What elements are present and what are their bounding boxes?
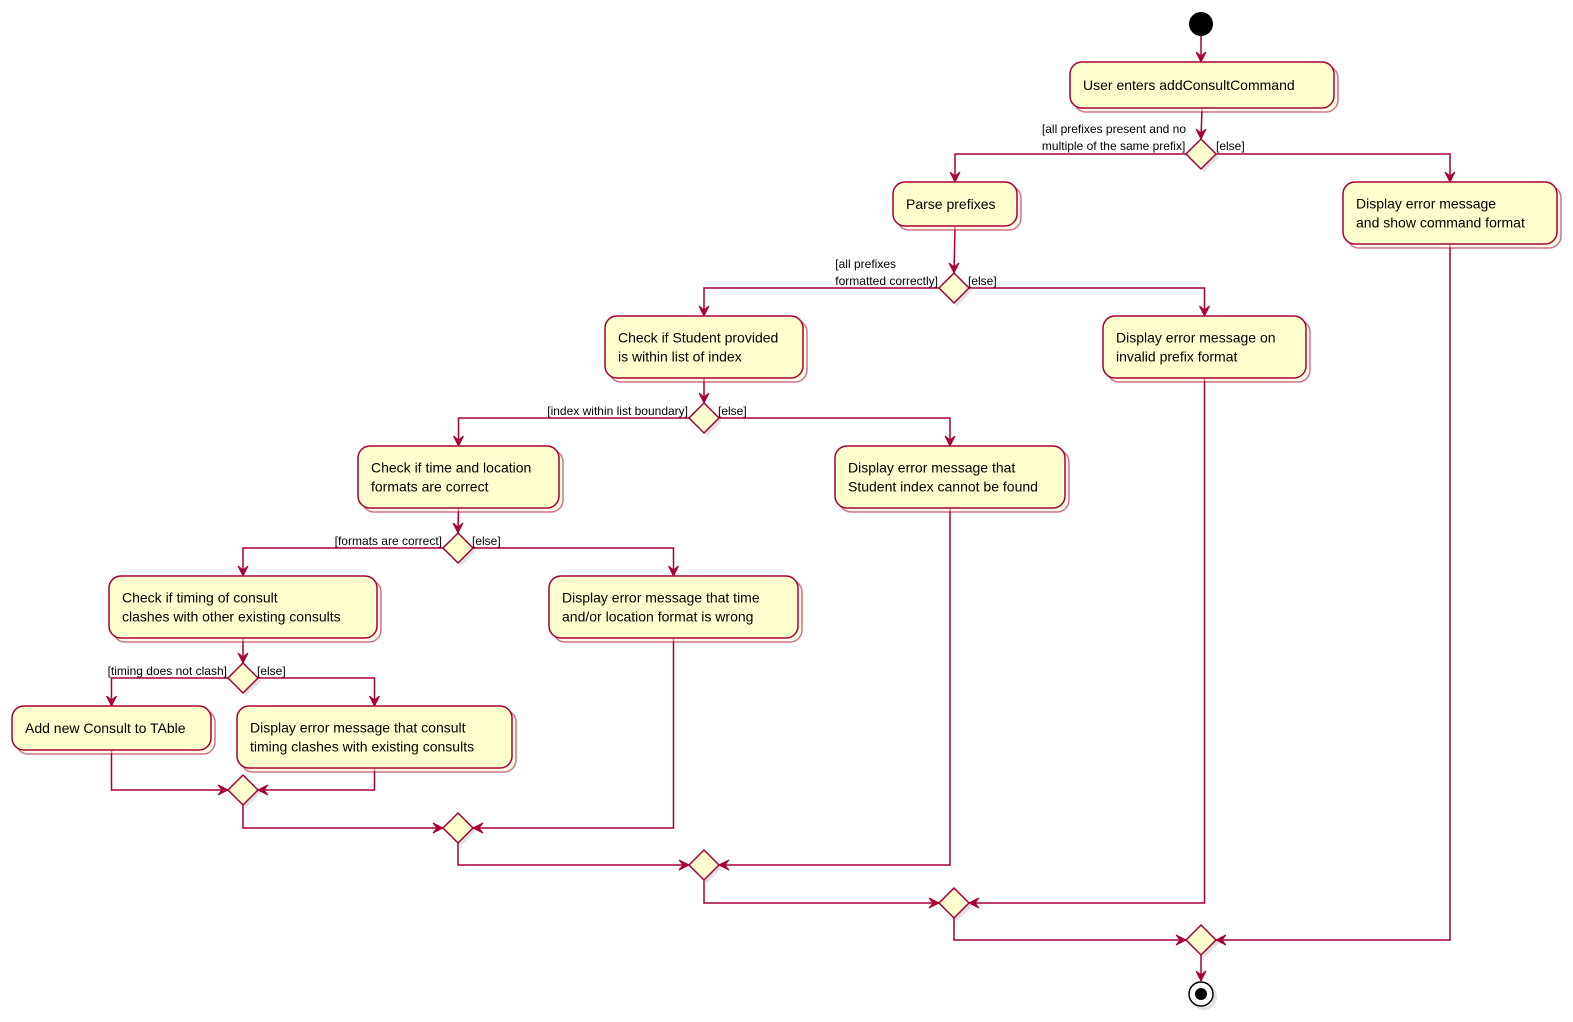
guard-label-yes: multiple of the same prefix] (1042, 139, 1185, 153)
action-node: Check if Student provided is within list … (604, 315, 808, 383)
action-label: Display error message that (848, 460, 1015, 476)
activity-diagram: User enters addConsultCommand Parse prefi… (11, 12, 1562, 1010)
end-node-inner (1195, 988, 1207, 1000)
flow-d2-else (969, 287, 1206, 316)
action-box (548, 575, 799, 639)
action-node: Check if timing of consult clashes with o… (108, 575, 382, 643)
flow-d2-yes (703, 287, 939, 316)
guard-label-yes: [index within list boundary] (547, 404, 688, 418)
action-node: Check if time and location formats are co… (357, 445, 564, 513)
guard-label-else: [else] (968, 274, 997, 288)
action-node: Display error message that consult timing… (236, 705, 517, 773)
action-label: Check if timing of consult (122, 590, 278, 606)
action-node: Display error message that time and/or lo… (548, 575, 803, 643)
guard-label-else: [else] (1216, 139, 1245, 153)
action-label: is within list of index (618, 349, 742, 365)
flow-errstudent-to-m3 (719, 508, 951, 866)
action-label: User enters addConsultCommand (1083, 77, 1295, 93)
action-label: invalid prefix format (1116, 349, 1237, 365)
flow-d3-else (719, 417, 951, 446)
action-box (357, 445, 560, 509)
action-label: timing clashes with existing consults (250, 739, 474, 755)
guard-label-yes: formatted correctly] (835, 274, 938, 288)
action-box (604, 315, 804, 379)
guard-label-yes: [all prefixes (835, 257, 896, 271)
action-label: and/or location format is wrong (562, 609, 753, 625)
flow-d5-yes (110, 677, 228, 706)
guard-label-else: [else] (718, 404, 747, 418)
flow-d4-yes (242, 547, 443, 576)
action-box (1102, 315, 1307, 379)
guard-label-yes: [all prefixes present and no (1042, 122, 1186, 136)
action-label: and show command format (1356, 215, 1525, 231)
action-label: Display error message that time (562, 590, 760, 606)
flow-d1-yes (954, 153, 1186, 182)
action-node: Display error message on invalid prefix f… (1102, 315, 1311, 383)
guard-label-yes: [timing does not clash] (108, 664, 227, 678)
flow-m4-to-m3 (457, 843, 689, 866)
action-label: Check if Student provided (618, 330, 778, 346)
flow-d4-else (473, 547, 675, 576)
flow-m3-to-m2 (703, 880, 939, 904)
start-node (1189, 12, 1213, 36)
flow-add-to-m5 (110, 750, 228, 791)
action-node: Parse prefixes (892, 181, 1022, 231)
action-label: Display error message (1356, 196, 1496, 212)
action-box (834, 445, 1066, 509)
flow-edges (106, 36, 1456, 983)
action-label: Display error message on (1116, 330, 1276, 346)
flow-d5-else (258, 677, 376, 706)
action-label: Student index cannot be found (848, 479, 1038, 495)
action-label: formats are correct (371, 479, 489, 495)
action-node: User enters addConsultCommand (1069, 61, 1339, 113)
flow-d3-yes (457, 417, 689, 446)
action-node: Display error message and show command fo… (1342, 181, 1562, 249)
guard-label-yes: [formats are correct] (335, 534, 442, 548)
action-label: Add new Consult to TAble (25, 720, 186, 736)
action-box (236, 705, 513, 769)
flow-d1-else (1216, 153, 1451, 182)
action-label: clashes with other existing consults (122, 609, 341, 625)
action-box (1342, 181, 1558, 245)
flow-m5-to-m4 (242, 805, 443, 829)
action-label: Check if time and location (371, 460, 531, 476)
guard-label-else: [else] (257, 664, 286, 678)
action-label: Parse prefixes (906, 196, 995, 212)
action-label: Display error message that consult (250, 720, 466, 736)
guard-label-else: [else] (472, 534, 501, 548)
diagram-nodes: User enters addConsultCommand Parse prefi… (11, 12, 1562, 1010)
action-node: Add new Consult to TAble (11, 705, 216, 755)
action-box (108, 575, 378, 639)
flow-m2-to-m1 (953, 918, 1186, 941)
action-node: Display error message that Student index … (834, 445, 1070, 513)
